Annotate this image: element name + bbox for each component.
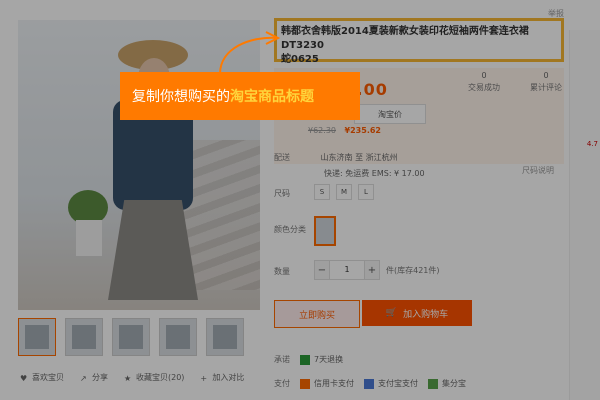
callout-highlight: 淘宝商品标题 (230, 89, 314, 105)
callout-prefix: 复制你想购买的 (132, 89, 230, 105)
callout-arrow-icon (219, 31, 280, 75)
dim-overlay (0, 0, 600, 400)
instruction-callout: 复制你想购买的 淘宝商品标题 (120, 72, 360, 120)
